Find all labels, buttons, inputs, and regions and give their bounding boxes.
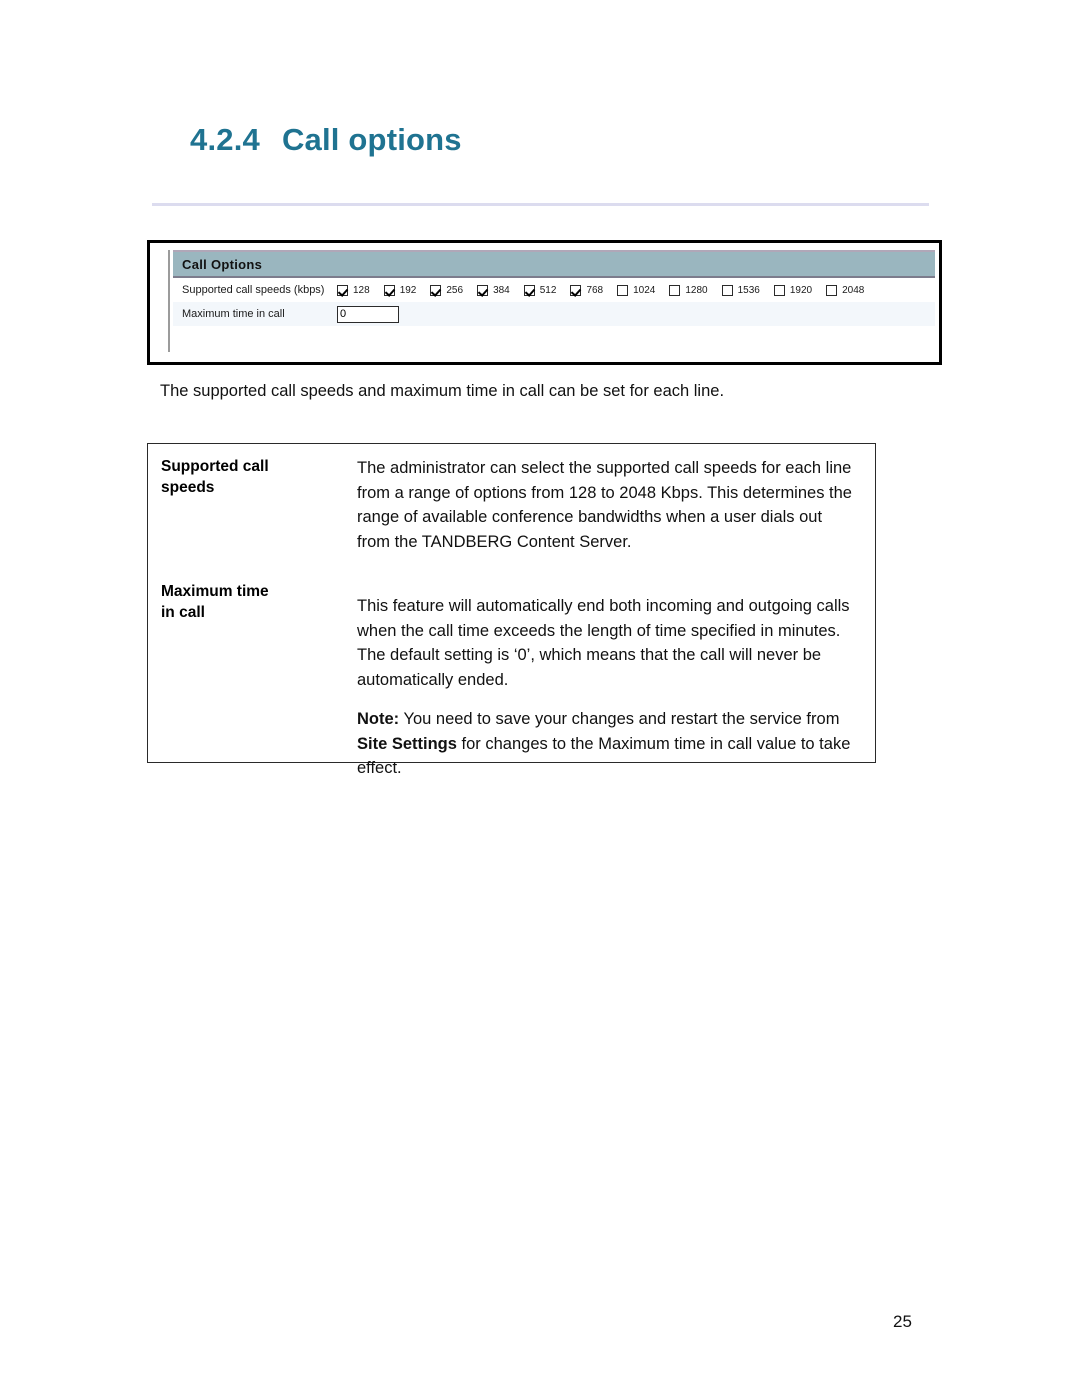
checkbox-unchecked-icon[interactable] [669, 284, 681, 296]
checkbox-checked-icon[interactable] [570, 284, 582, 296]
panel-body: Call Options Supported call speeds (kbps… [173, 250, 935, 326]
page-title: 4.2.4 Call options [190, 122, 462, 158]
definition-table: Supported call speeds The administrator … [147, 443, 876, 777]
maximum-time-in-call-input[interactable] [337, 305, 399, 323]
definition-description-maximum-time-in-call: This feature will automatically end both… [357, 597, 850, 689]
definition-term-maximum-time-in-call: Maximum time in call [161, 581, 357, 623]
checkbox-checked-icon[interactable] [383, 284, 395, 296]
checkbox-unchecked-icon[interactable] [617, 284, 629, 296]
call-speed-option-128[interactable]: 128 [337, 284, 370, 296]
call-speed-label: 768 [586, 284, 604, 296]
call-speed-label: 1024 [633, 284, 656, 296]
checkbox-unchecked-icon[interactable] [773, 284, 785, 296]
call-speed-option-256[interactable]: 256 [430, 284, 464, 296]
panel-left-rail [168, 250, 170, 352]
call-speed-label: 1280 [685, 284, 708, 296]
definition-description-supported-call-speeds: The administrator can select the support… [357, 459, 852, 551]
call-speed-label: 512 [539, 284, 557, 296]
note-bold-reference: Site Settings [357, 734, 457, 753]
maximum-time-in-call-label: Maximum time in call [182, 308, 285, 320]
call-speed-option-768[interactable]: 768 [570, 284, 604, 296]
section-title: Call options [281, 122, 462, 157]
supported-call-speeds-row: Supported call speeds (kbps) 128 192 256 38… [173, 278, 935, 302]
call-speed-option-512[interactable]: 512 [523, 284, 557, 296]
checkbox-checked-icon[interactable] [337, 284, 348, 296]
panel-inner: Call Options Supported call speeds (kbps… [168, 250, 935, 352]
page-number: 25 [893, 1312, 912, 1331]
term-line-1: Supported call [161, 458, 269, 475]
checkbox-unchecked-icon[interactable] [721, 284, 733, 296]
call-speed-label: 256 [446, 284, 464, 296]
note-part-1: You need to save your changes and restar… [399, 710, 840, 728]
checkbox-checked-icon[interactable] [523, 284, 535, 296]
checkbox-unchecked-icon[interactable] [826, 284, 838, 296]
call-speed-label: 1536 [737, 284, 760, 296]
call-speed-label: 1920 [789, 284, 813, 296]
call-speed-option-1024[interactable]: 1024 [617, 284, 656, 296]
table-row: Maximum time in call This feature will a… [148, 554, 875, 692]
heading-divider [152, 203, 929, 206]
call-speed-option-384[interactable]: 384 [477, 284, 510, 296]
call-speed-option-192[interactable]: 192 [383, 284, 417, 296]
term-line-2: speeds [161, 479, 215, 496]
panel-header-title: Call Options [173, 252, 935, 278]
table-row: Supported call speeds The administrator … [148, 444, 875, 554]
supported-call-speeds-checkbox-group: 128 192 256 384 512 768 1024 1280 1536 1920 2048 [337, 284, 878, 296]
term-line-2: in call [161, 604, 205, 621]
definition-note: Note: You need to save your changes and … [148, 692, 875, 781]
definition-term-supported-call-speeds: Supported call speeds [161, 456, 357, 498]
call-speed-option-1920[interactable]: 1920 [773, 284, 813, 296]
call-speed-option-1536[interactable]: 1536 [721, 284, 760, 296]
caption-text: The supported call speeds and maximum ti… [160, 382, 725, 400]
supported-call-speeds-label: Supported call speeds (kbps) [182, 284, 325, 296]
section-number: 4.2.4 [190, 122, 260, 157]
call-speed-label: 2048 [842, 284, 865, 296]
note-label: Note: [357, 710, 400, 728]
checkbox-checked-icon[interactable] [430, 284, 442, 296]
call-speed-label: 128 [353, 284, 370, 296]
checkbox-checked-icon[interactable] [477, 284, 489, 296]
maximum-time-in-call-row: Maximum time in call [173, 302, 935, 326]
call-speed-label: 192 [399, 284, 417, 296]
call-options-screenshot-panel: Call Options Supported call speeds (kbps… [147, 240, 942, 365]
call-speed-label: 384 [493, 284, 510, 296]
call-speed-option-2048[interactable]: 2048 [826, 284, 865, 296]
call-speed-option-1280[interactable]: 1280 [669, 284, 708, 296]
term-line-1: Maximum time [161, 583, 269, 600]
